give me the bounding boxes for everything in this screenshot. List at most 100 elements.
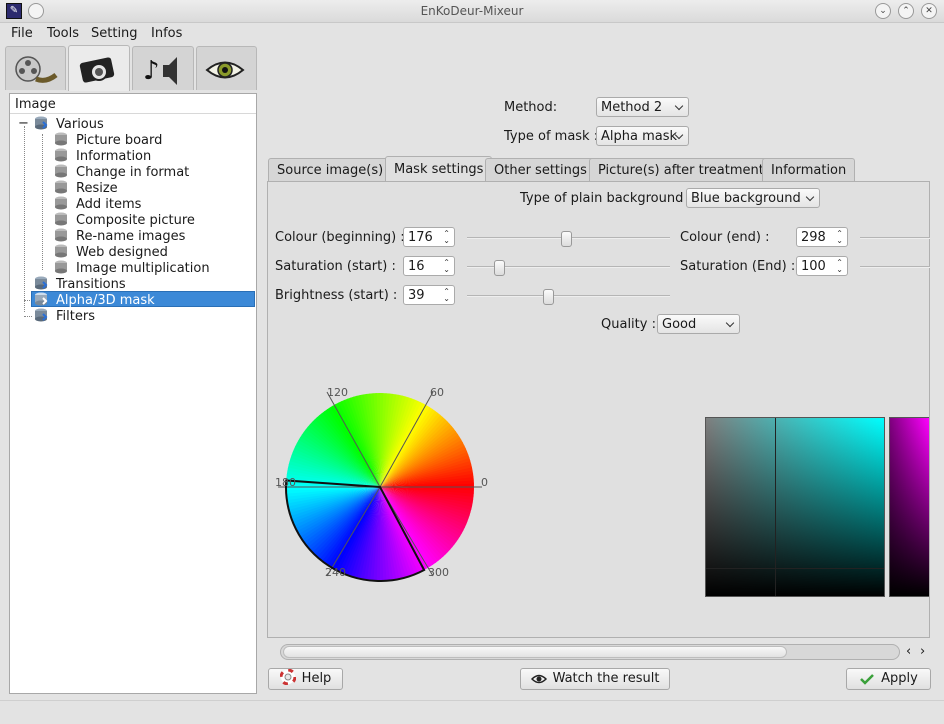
- colour-end-slider[interactable]: [860, 231, 930, 245]
- camera-icon: [79, 57, 115, 83]
- close-button[interactable]: ✕: [921, 3, 937, 19]
- music-speaker-icon: ♪: [143, 56, 177, 86]
- spin-arrows-icon[interactable]: ⌃ ⌄: [836, 230, 843, 245]
- database-icon: [35, 292, 48, 306]
- svg-text:♪: ♪: [143, 56, 160, 86]
- tree-item-information[interactable]: Information: [54, 148, 151, 164]
- tree-header: Image: [10, 94, 256, 114]
- tree-item-alpha-3d-mask[interactable]: Alpha/3D mask: [31, 291, 255, 308]
- colour-end-label: Colour (end) :: [680, 230, 770, 245]
- colour-begin-label: Colour (beginning) :: [275, 230, 405, 245]
- sat-end-label: Saturation (End) :: [680, 259, 796, 274]
- sat-end-spinbox[interactable]: 100 ⌃ ⌄: [796, 256, 848, 276]
- film-reel-icon: [15, 56, 58, 83]
- mask-type-label: Type of mask :: [504, 129, 599, 144]
- title-bar: ✎ EnKoDeur-Mixeur ⌄ ⌃ ✕: [0, 0, 944, 23]
- brightness-slider[interactable]: [467, 289, 670, 305]
- database-icon: [55, 260, 67, 274]
- help-button[interactable]: Help: [268, 668, 343, 690]
- menu-infos[interactable]: Infos: [151, 26, 182, 41]
- quality-select[interactable]: Good: [657, 314, 740, 334]
- tree-item-composite-picture[interactable]: Composite picture: [54, 212, 195, 228]
- status-bar: [0, 700, 944, 724]
- minimize-button[interactable]: ⌄: [875, 3, 891, 19]
- watch-result-button[interactable]: Watch the result: [520, 668, 670, 690]
- spin-arrows-icon[interactable]: ⌃ ⌄: [443, 230, 450, 245]
- sat-start-label: Saturation (start) :: [275, 259, 396, 274]
- spin-arrows-icon[interactable]: ⌃ ⌄: [836, 259, 843, 274]
- tree-item-web-designed[interactable]: Web designed: [54, 244, 168, 260]
- tab-information[interactable]: Information: [762, 158, 856, 181]
- tree-item-image-multiplication[interactable]: Image multiplication: [54, 260, 210, 276]
- tab-source-images[interactable]: Source image(s): [268, 158, 393, 181]
- eye-icon: [530, 674, 547, 684]
- database-icon: [35, 276, 48, 290]
- sv-crosshair-horizontal: [706, 568, 884, 569]
- apply-button[interactable]: Apply: [846, 668, 931, 690]
- tab-video[interactable]: [5, 46, 66, 90]
- brightness-label: Brightness (start) :: [275, 288, 398, 303]
- menu-bar: File Tools Setting Infos: [0, 23, 944, 45]
- tab-preview[interactable]: [196, 46, 257, 90]
- hue-tick-60: 60: [430, 386, 444, 399]
- background-label: Type of plain background :: [520, 191, 692, 206]
- database-icon: [55, 164, 67, 178]
- slider-handle[interactable]: [543, 289, 555, 305]
- database-icon: [55, 212, 67, 226]
- tree-item-add-items[interactable]: Add items: [54, 196, 141, 212]
- database-icon: [55, 196, 67, 210]
- colour-begin-slider[interactable]: [467, 231, 670, 247]
- tab-image[interactable]: [68, 45, 130, 91]
- sat-start-slider[interactable]: [467, 260, 670, 276]
- lifebuoy-icon: [279, 668, 297, 686]
- background-select[interactable]: Blue background: [686, 188, 820, 208]
- method-select[interactable]: Method 2: [596, 97, 689, 117]
- colour-end-spinbox[interactable]: 298 ⌃ ⌄: [796, 227, 848, 247]
- spin-arrows-icon[interactable]: ⌃ ⌄: [443, 259, 450, 274]
- hue-tick-180: 180: [275, 476, 296, 489]
- window-title: EnKoDeur-Mixeur: [420, 4, 524, 18]
- checkmark-icon: [860, 674, 875, 685]
- tab-pictures-after-treatment[interactable]: Picture(s) after treatment: [589, 158, 773, 181]
- tree-item-transitions[interactable]: Transitions: [34, 276, 126, 292]
- scroll-right-arrow-icon[interactable]: ›: [920, 644, 925, 659]
- slider-handle[interactable]: [494, 260, 506, 276]
- database-icon: [55, 244, 67, 258]
- scrollbar-thumb[interactable]: [283, 646, 787, 658]
- tree-item-picture-board[interactable]: Picture board: [54, 132, 162, 148]
- tree-collapse-toggle[interactable]: −: [18, 116, 29, 132]
- tree-item-resize[interactable]: Resize: [54, 180, 118, 196]
- menu-setting[interactable]: Setting: [91, 26, 138, 41]
- spin-arrows-icon[interactable]: ⌃ ⌄: [443, 288, 450, 303]
- maximize-button[interactable]: ⌃: [898, 3, 914, 19]
- mask-type-select[interactable]: Alpha mask: [596, 126, 689, 146]
- database-icon: [55, 228, 67, 242]
- hue-tick-120: 120: [327, 386, 348, 399]
- colour-begin-sv-box[interactable]: [705, 417, 885, 597]
- database-icon: [55, 132, 67, 146]
- colour-begin-spinbox[interactable]: 176 ⌃ ⌄: [403, 227, 455, 247]
- hue-tick-300: 300: [428, 566, 449, 579]
- slider-handle[interactable]: [561, 231, 573, 247]
- tab-audio[interactable]: ♪: [132, 46, 194, 90]
- tree-item-change-format[interactable]: Change in format: [54, 164, 189, 180]
- hue-tick-240: 240: [325, 566, 346, 579]
- menu-tools[interactable]: Tools: [47, 26, 79, 41]
- colour-end-sv-box[interactable]: [889, 417, 929, 597]
- eye-icon: [205, 61, 245, 79]
- tab-other-settings[interactable]: Other settings: [485, 158, 596, 181]
- horizontal-scrollbar[interactable]: [280, 644, 900, 660]
- sat-end-slider[interactable]: [860, 260, 930, 274]
- scroll-left-arrow-icon[interactable]: ‹: [906, 644, 911, 659]
- tree-item-various[interactable]: Various: [34, 116, 104, 132]
- brightness-spinbox[interactable]: 39 ⌃ ⌄: [403, 285, 455, 305]
- quality-label: Quality :: [601, 317, 656, 332]
- tree-item-filters[interactable]: Filters: [34, 308, 95, 324]
- tab-mask-settings[interactable]: Mask settings: [385, 156, 493, 182]
- sat-start-spinbox[interactable]: 16 ⌃ ⌄: [403, 256, 455, 276]
- tree-item-rename-images[interactable]: Re-name images: [54, 228, 185, 244]
- method-label: Method:: [504, 100, 558, 115]
- menu-file[interactable]: File: [11, 26, 33, 41]
- database-icon: [55, 180, 67, 194]
- hue-wheel[interactable]: 120 60 0 180 240 300: [270, 380, 500, 590]
